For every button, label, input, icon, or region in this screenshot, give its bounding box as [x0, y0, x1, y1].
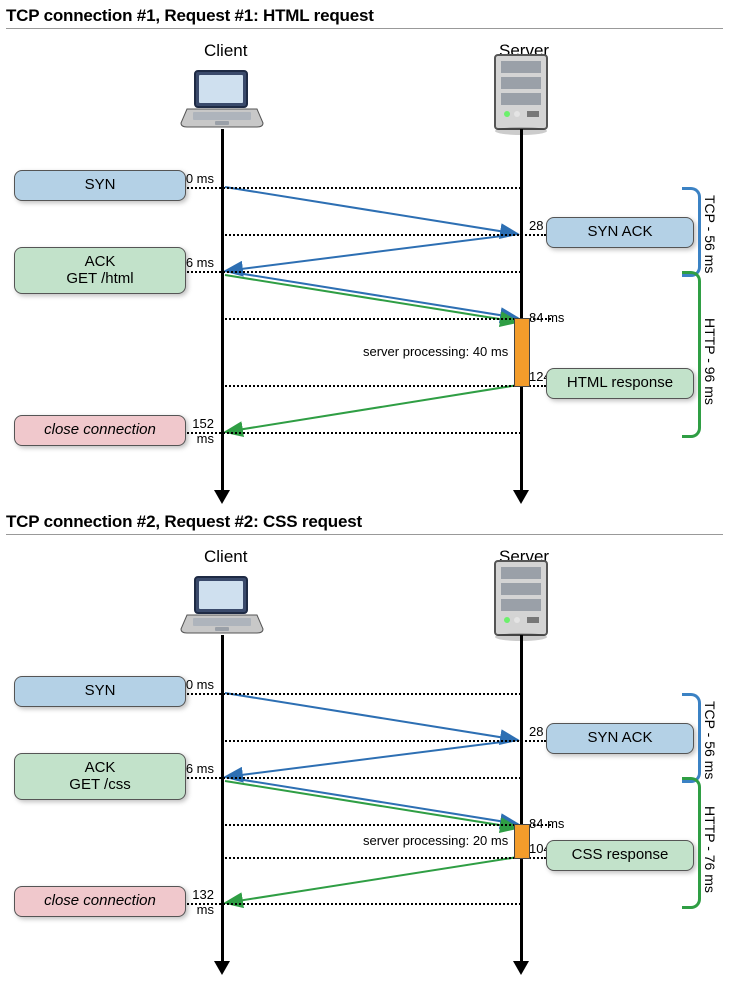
event-label-line: HTML response [555, 375, 685, 392]
duration-bracket [682, 271, 701, 438]
tick-line [222, 857, 546, 859]
processing-bar [514, 318, 530, 387]
timestamp: 84 ms [529, 310, 564, 325]
event-label-line: GET /css [23, 777, 177, 794]
tick-line [168, 777, 521, 779]
event-label-line: CSS response [555, 847, 685, 864]
duration-bracket [682, 693, 701, 783]
event-label-line: GET /html [23, 271, 177, 288]
event-box: CSS response [546, 840, 694, 871]
event-box: ACKGET /html [14, 247, 186, 294]
tick-line [168, 693, 521, 695]
tick-line [168, 271, 521, 273]
bracket-label: HTTP - 76 ms [702, 806, 718, 893]
participant-client: Client [204, 41, 247, 61]
timestamp: 84 ms [529, 816, 564, 831]
lifeline-client [221, 635, 224, 963]
event-box: close connection [14, 886, 186, 917]
sequence-diagram: TCP connection #1, Request #1: HTML requ… [6, 6, 723, 512]
tick-line [168, 432, 521, 434]
bracket-label: HTTP - 96 ms [702, 318, 718, 405]
event-label-line: SYN [23, 683, 177, 700]
sequence-diagram: TCP connection #2, Request #2: CSS reque… [6, 512, 723, 983]
event-label-line: ACK [23, 760, 177, 777]
lifeline-server [520, 129, 523, 492]
arrowhead-down-icon [513, 961, 529, 975]
arrowhead-down-icon [214, 961, 230, 975]
event-label-line: SYN ACK [555, 730, 685, 747]
processing-note: server processing: 20 ms [363, 833, 508, 848]
participant-client: Client [204, 547, 247, 567]
event-box: HTML response [546, 368, 694, 399]
tick-line [222, 318, 551, 320]
event-label-line: close connection [23, 893, 177, 910]
event-box: SYN [14, 676, 186, 707]
arrowhead-down-icon [513, 490, 529, 504]
event-box: ACKGET /css [14, 753, 186, 800]
laptop-icon [179, 573, 265, 642]
processing-note: server processing: 40 ms [363, 344, 508, 359]
tick-line [222, 740, 546, 742]
event-box: SYN [14, 170, 186, 201]
diagram-canvas: ClientServer 0 msSYN28 msSYN ACK56 msACK… [6, 37, 723, 512]
diagram-canvas: ClientServer 0 msSYN28 msSYN ACK56 msACK… [6, 543, 723, 983]
event-label-line: SYN ACK [555, 224, 685, 241]
duration-bracket [682, 777, 701, 909]
event-label-line: ACK [23, 254, 177, 271]
lifeline-server [520, 635, 523, 963]
arrowhead-down-icon [214, 490, 230, 504]
section-title: TCP connection #1, Request #1: HTML requ… [6, 6, 723, 29]
event-label-line: close connection [23, 422, 177, 439]
bracket-label: TCP - 56 ms [702, 195, 718, 273]
bracket-label: TCP - 56 ms [702, 701, 718, 779]
event-box: close connection [14, 415, 186, 446]
duration-bracket [682, 187, 701, 277]
lifeline-client [221, 129, 224, 492]
tick-line [222, 234, 546, 236]
tick-line [222, 824, 551, 826]
event-label-line: SYN [23, 177, 177, 194]
laptop-icon [179, 67, 265, 136]
processing-bar [514, 824, 530, 859]
event-box: SYN ACK [546, 217, 694, 248]
tick-line [168, 187, 521, 189]
section-title: TCP connection #2, Request #2: CSS reque… [6, 512, 723, 535]
event-box: SYN ACK [546, 723, 694, 754]
tick-line [168, 903, 521, 905]
tick-line [222, 385, 546, 387]
